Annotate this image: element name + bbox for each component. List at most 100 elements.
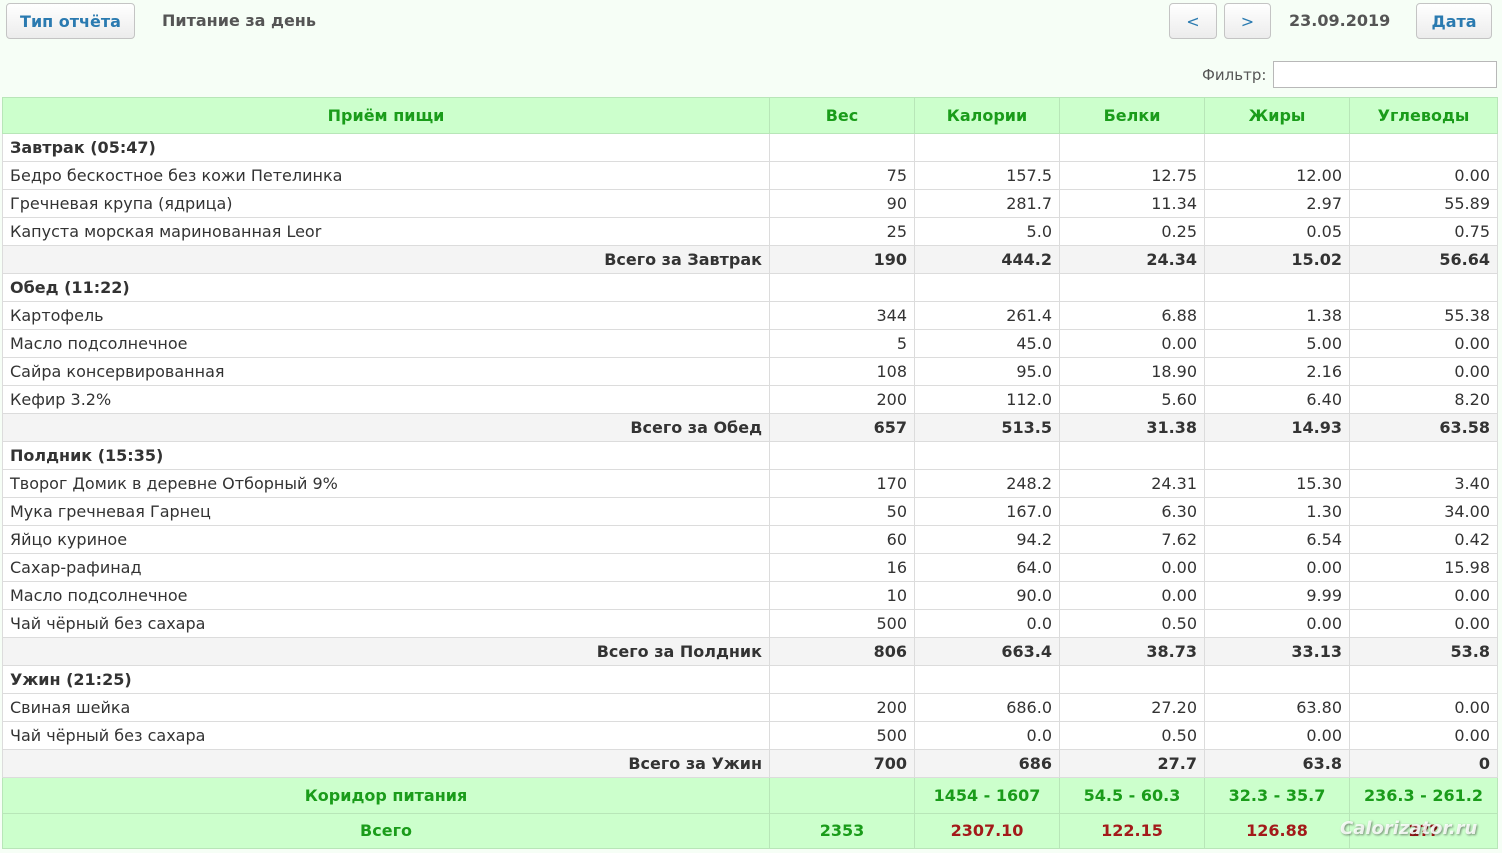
product-name[interactable]: Гречневая крупа (ядрица) [2,189,770,218]
product-fat: 63.80 [1204,693,1350,722]
previous-day-button[interactable]: < [1169,3,1217,39]
column-header-calories[interactable]: Калории [914,97,1060,134]
subtotal-weight: 806 [769,637,915,666]
table-row[interactable]: Капуста морская маринованная Leor 25 5.0 0.… [2,217,1498,246]
empty-cell [1204,133,1350,162]
table-row[interactable]: Творог Домик в деревне Отборный 9% 170 248… [2,469,1498,498]
meal-title: Ужин (21:25) [2,665,770,694]
report-type-button[interactable]: Тип отчёта [6,3,135,39]
grand-total-carbs: 2?? [1349,813,1498,849]
product-protein: 0.00 [1059,581,1205,610]
product-name[interactable]: Картофель [2,301,770,330]
table-row[interactable]: Гречневая крупа (ядрица) 90 281.7 11.34 2.97… [2,189,1498,218]
subtotal-label: Всего за Завтрак [2,245,770,274]
column-header-carbs[interactable]: Углеводы [1349,97,1498,134]
product-name[interactable]: Масло подсолнечное [2,581,770,610]
product-name[interactable]: Сахар-рафинад [2,553,770,582]
table-row[interactable]: Картофель 344 261.4 6.88 1.38 55.38 [2,301,1498,330]
product-protein: 5.60 [1059,385,1205,414]
product-carbs: 0.75 [1349,217,1498,246]
product-calories: 112.0 [914,385,1060,414]
column-header-meal[interactable]: Приём пищи [2,97,770,134]
next-day-button[interactable]: > [1224,3,1271,39]
empty-cell [1059,133,1205,162]
table-row[interactable]: Кефир 3.2% 200 112.0 5.60 6.40 8.20 [2,385,1498,414]
subtotal-carbs: 63.58 [1349,413,1498,442]
product-fat: 2.16 [1204,357,1350,386]
product-weight: 200 [769,693,915,722]
product-fat: 2.97 [1204,189,1350,218]
table-row[interactable]: Яйцо куриное 60 94.2 7.62 6.54 0.42 [2,525,1498,554]
table-row[interactable]: Масло подсолнечное 10 90.0 0.00 9.99 0.00 [2,581,1498,610]
table-row[interactable]: Сайра консервированная 108 95.0 18.90 2.16 0.… [2,357,1498,386]
meal-title: Завтрак (05:47) [2,133,770,162]
filter-input[interactable] [1273,61,1497,88]
product-fat: 1.38 [1204,301,1350,330]
corridor-label: Коридор питания [2,777,770,814]
column-header-weight[interactable]: Вес [769,97,915,134]
product-name[interactable]: Мука гречневая Гарнец [2,497,770,526]
empty-cell [1349,273,1498,302]
meal-subtotal-row: Всего за Завтрак 190 444.2 24.34 15.02 56.64 [2,245,1498,274]
corridor-weight [769,777,915,814]
product-name[interactable]: Капуста морская маринованная Leor [2,217,770,246]
product-name[interactable]: Чай чёрный без сахара [2,721,770,750]
product-weight: 25 [769,217,915,246]
date-picker-button[interactable]: Дата [1416,3,1492,39]
product-weight: 16 [769,553,915,582]
product-protein: 6.30 [1059,497,1205,526]
product-name[interactable]: Масло подсолнечное [2,329,770,358]
product-carbs: 0.00 [1349,161,1498,190]
product-fat: 0.05 [1204,217,1350,246]
table-row[interactable]: Бедро бескостное без кожи Петелинка 75 157… [2,161,1498,190]
product-name[interactable]: Творог Домик в деревне Отборный 9% [2,469,770,498]
product-name[interactable]: Яйцо куриное [2,525,770,554]
product-fat: 6.54 [1204,525,1350,554]
empty-cell [1059,273,1205,302]
product-name[interactable]: Сайра консервированная [2,357,770,386]
grand-total-fat: 126.88 [1204,813,1350,849]
subtotal-fat: 63.8 [1204,749,1350,778]
corridor-protein: 54.5 - 60.3 [1059,777,1205,814]
table-row[interactable]: Мука гречневая Гарнец 50 167.0 6.30 1.30 34.0… [2,497,1498,526]
product-name[interactable]: Кефир 3.2% [2,385,770,414]
meal-rows: Завтрак (05:47) Бедро бескостное без кожи… [2,133,1498,778]
product-carbs: 0.00 [1349,721,1498,750]
product-name[interactable]: Свиная шейка [2,693,770,722]
column-header-protein[interactable]: Белки [1059,97,1205,134]
product-name[interactable]: Бедро бескостное без кожи Петелинка [2,161,770,190]
product-carbs: 0.00 [1349,581,1498,610]
product-carbs: 55.38 [1349,301,1498,330]
product-weight: 60 [769,525,915,554]
subtotal-label: Всего за Полдник [2,637,770,666]
empty-cell [914,441,1060,470]
product-protein: 6.88 [1059,301,1205,330]
product-calories: 45.0 [914,329,1060,358]
product-carbs: 55.89 [1349,189,1498,218]
product-protein: 18.90 [1059,357,1205,386]
product-calories: 90.0 [914,581,1060,610]
meal-header-row: Завтрак (05:47) [2,133,1498,162]
table-row[interactable]: Свиная шейка 200 686.0 27.20 63.80 0.00 [2,693,1498,722]
product-calories: 281.7 [914,189,1060,218]
meal-header-row: Полдник (15:35) [2,441,1498,470]
table-row[interactable]: Масло подсолнечное 5 45.0 0.00 5.00 0.00 [2,329,1498,358]
grand-total-protein: 122.15 [1059,813,1205,849]
empty-cell [1349,441,1498,470]
empty-cell [769,441,915,470]
meal-subtotal-row: Всего за Обед 657 513.5 31.38 14.93 63.58 [2,413,1498,442]
table-row[interactable]: Сахар-рафинад 16 64.0 0.00 0.00 15.98 [2,553,1498,582]
table-header-row: Приём пищи Вес Калории Белки Жиры Углево… [2,97,1498,134]
product-protein: 0.25 [1059,217,1205,246]
product-weight: 75 [769,161,915,190]
product-carbs: 34.00 [1349,497,1498,526]
product-fat: 5.00 [1204,329,1350,358]
empty-cell [1204,665,1350,694]
product-name[interactable]: Чай чёрный без сахара [2,609,770,638]
subtotal-calories: 663.4 [914,637,1060,666]
column-header-fat[interactable]: Жиры [1204,97,1350,134]
table-row[interactable]: Чай чёрный без сахара 500 0.0 0.50 0.00 0.00 [2,721,1498,750]
product-weight: 108 [769,357,915,386]
empty-cell [1349,665,1498,694]
table-row[interactable]: Чай чёрный без сахара 500 0.0 0.50 0.00 0.00 [2,609,1498,638]
